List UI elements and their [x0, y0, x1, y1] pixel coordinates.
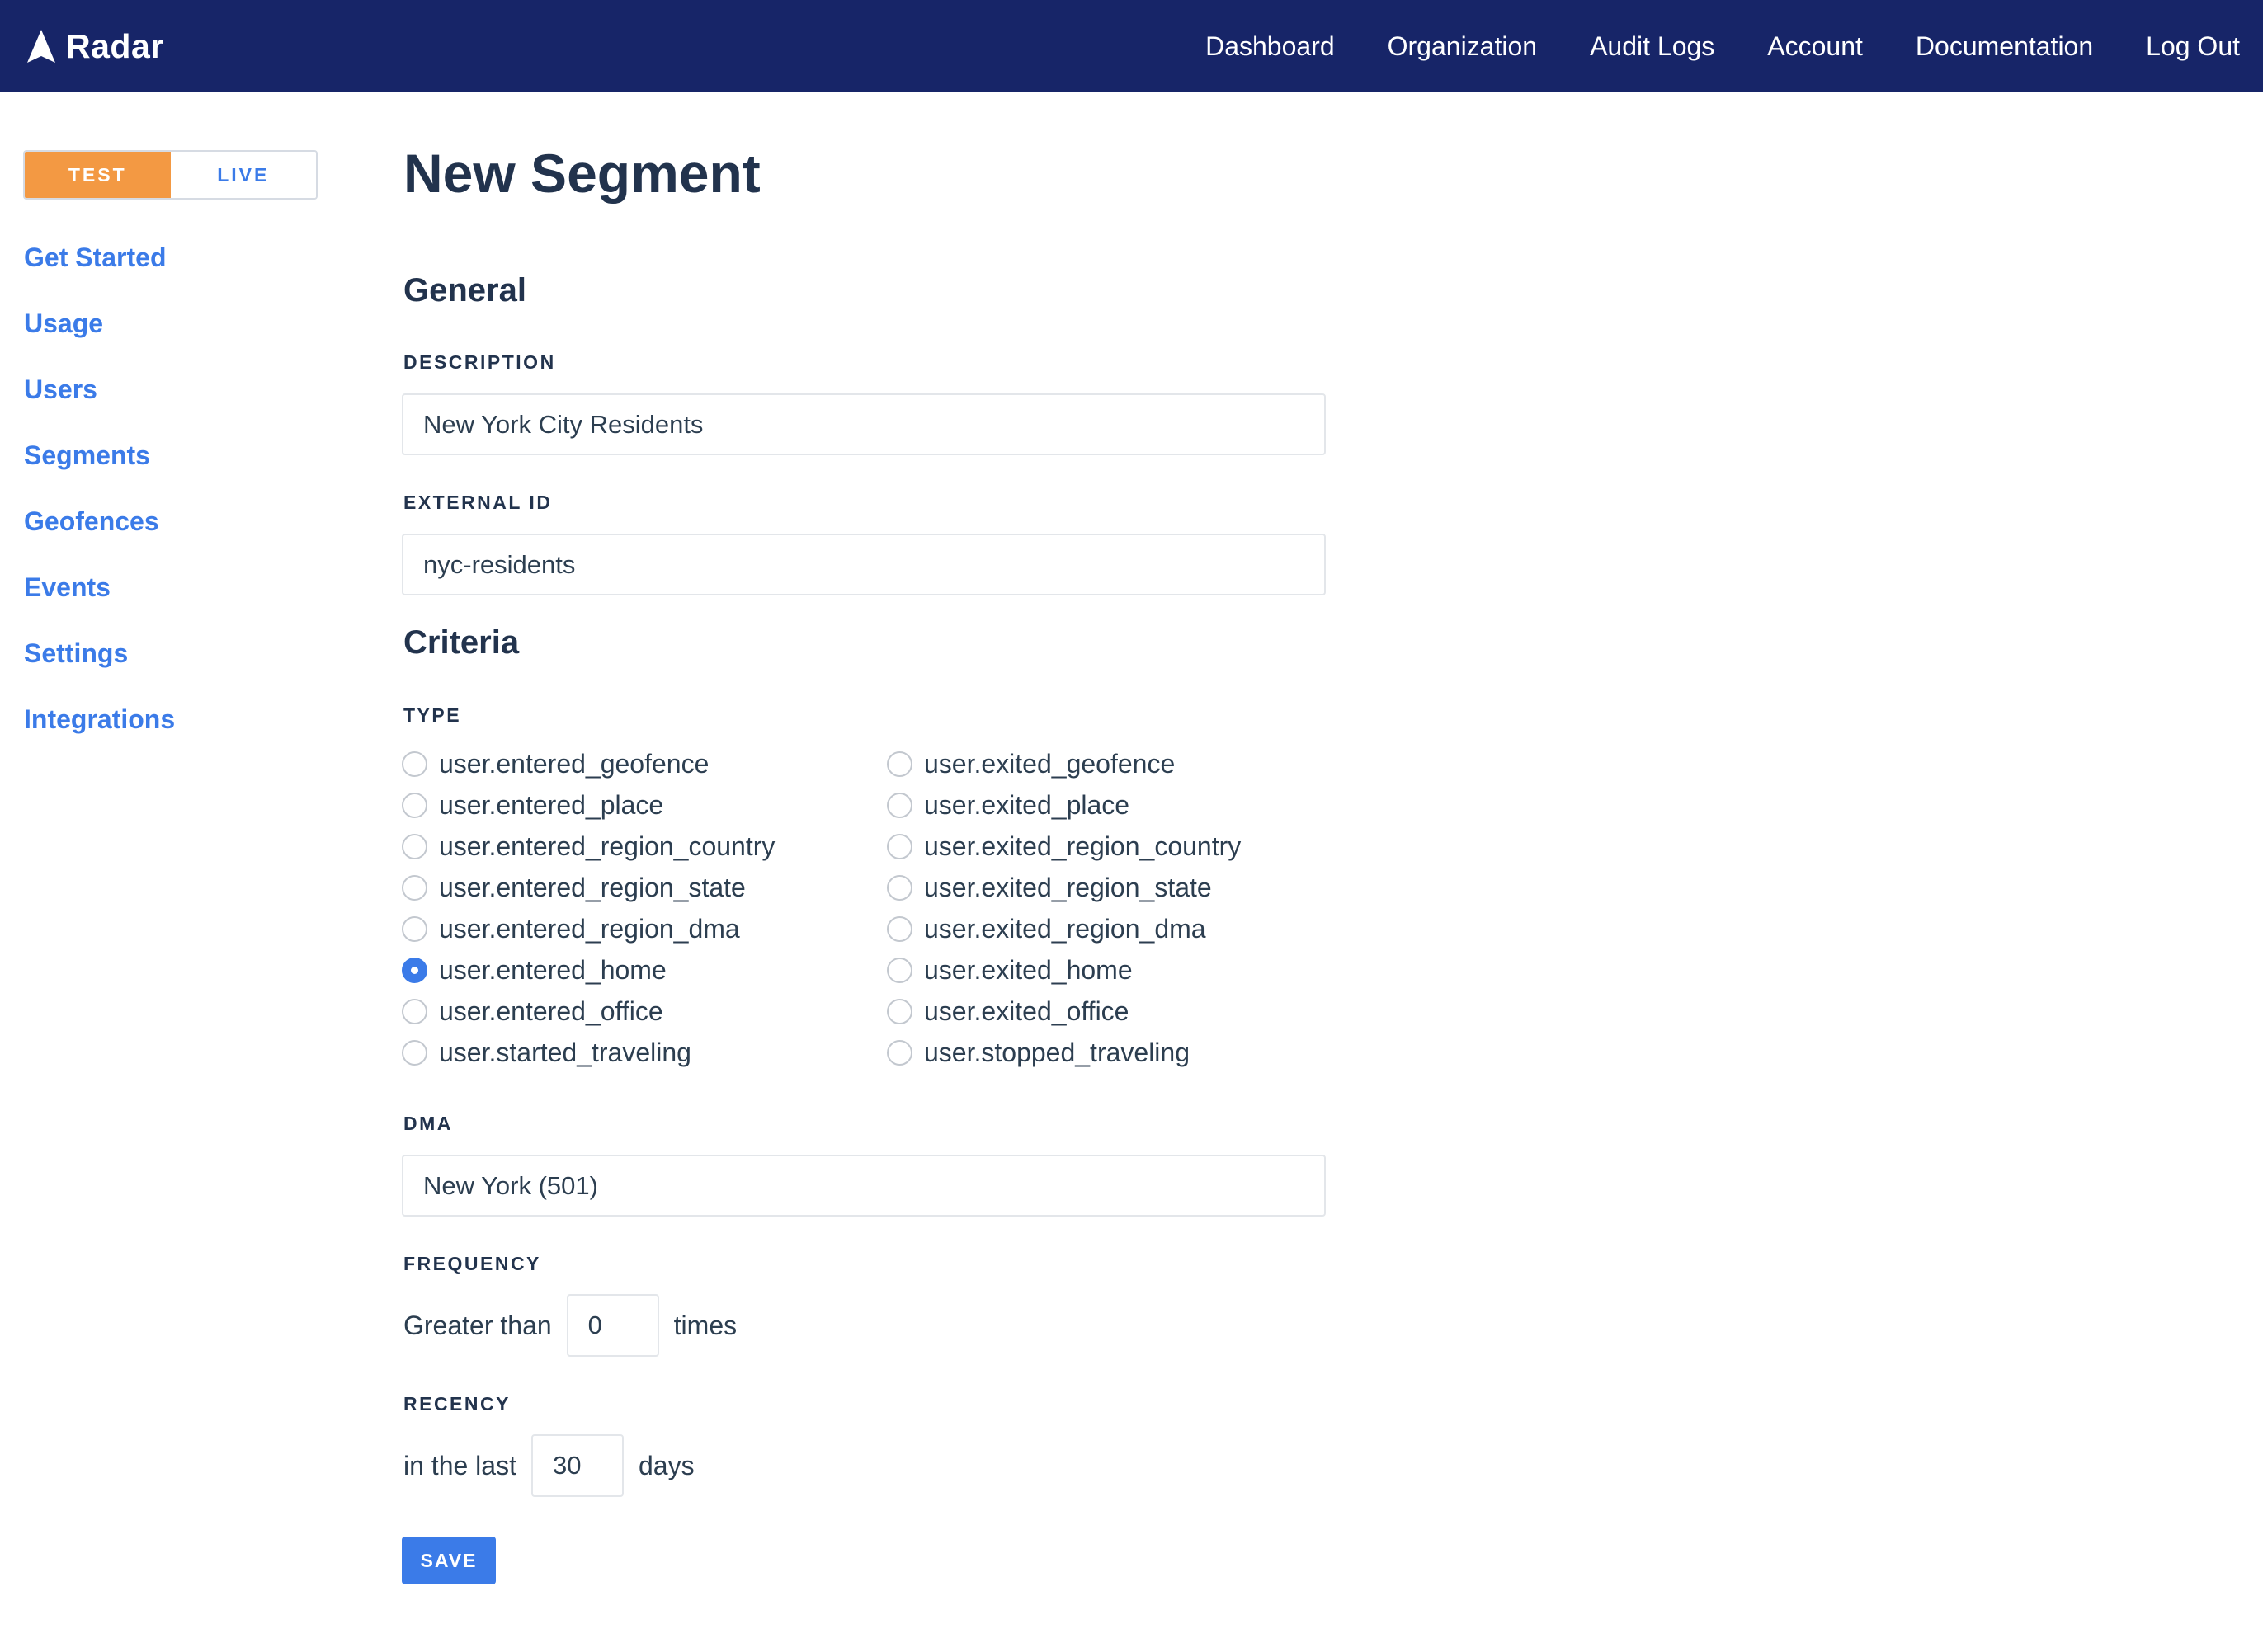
radio-label: user.entered_home — [439, 954, 667, 985]
radio-button[interactable] — [887, 1039, 912, 1066]
type-label: TYPE — [403, 704, 462, 726]
radio-label: user.entered_region_state — [439, 872, 746, 902]
sidebar-item-settings[interactable]: Settings — [24, 632, 175, 698]
radio-button[interactable] — [402, 998, 427, 1024]
sidebar-item-get-started[interactable]: Get Started — [24, 236, 175, 302]
radio-option[interactable]: user.exited_region_dma — [887, 911, 1206, 947]
radio-label: user.entered_region_country — [439, 831, 776, 861]
nav-account[interactable]: Account — [1767, 30, 1863, 63]
sidebar-item-users[interactable]: Users — [24, 368, 175, 434]
radio-option[interactable]: user.started_traveling — [402, 1034, 691, 1071]
frequency-prefix: Greater than — [403, 1310, 552, 1340]
radio-label: user.entered_place — [439, 789, 664, 820]
radar-logo-icon — [27, 30, 55, 63]
radio-label: user.exited_geofence — [924, 748, 1176, 779]
radio-button[interactable] — [887, 915, 912, 942]
radio-label: user.entered_office — [439, 995, 663, 1026]
radio-option[interactable]: user.entered_region_country — [402, 828, 775, 864]
dma-label: DMA — [403, 1113, 453, 1134]
radio-button[interactable] — [887, 833, 912, 859]
description-label: DESCRIPTION — [403, 351, 556, 373]
criteria-section-title: Criteria — [403, 624, 520, 661]
frequency-row: Greater than times — [403, 1294, 737, 1357]
sidebar-item-events[interactable]: Events — [24, 566, 175, 632]
external-id-input[interactable] — [402, 534, 1326, 595]
radio-button[interactable] — [402, 874, 427, 901]
radio-button[interactable] — [402, 751, 427, 777]
radio-label: user.entered_geofence — [439, 748, 710, 779]
nav-dashboard[interactable]: Dashboard — [1205, 30, 1335, 63]
radio-option[interactable]: user.exited_region_country — [887, 828, 1241, 864]
radio-option[interactable]: user.exited_office — [887, 993, 1129, 1029]
nav-organization[interactable]: Organization — [1388, 30, 1537, 63]
brand-logo[interactable]: Radar — [26, 23, 164, 69]
page-title: New Segment — [403, 143, 761, 204]
frequency-suffix: times — [673, 1310, 738, 1340]
radio-label: user.exited_place — [924, 789, 1130, 820]
dma-input[interactable] — [402, 1155, 1326, 1217]
radio-label: user.started_traveling — [439, 1037, 691, 1067]
radio-label: user.entered_region_dma — [439, 913, 740, 944]
main-nav: Dashboard Organization Audit Logs Accoun… — [1205, 0, 2240, 92]
top-navbar: Radar Dashboard Organization Audit Logs … — [0, 0, 2263, 92]
radio-button[interactable] — [887, 751, 912, 777]
external-id-label: EXTERNAL ID — [403, 492, 553, 513]
radio-option[interactable]: user.stopped_traveling — [887, 1034, 1190, 1071]
radio-option[interactable]: user.entered_region_state — [402, 869, 746, 906]
nav-audit-logs[interactable]: Audit Logs — [1590, 30, 1714, 63]
radio-button[interactable] — [402, 792, 427, 818]
radio-button[interactable] — [887, 957, 912, 983]
radio-option[interactable]: user.entered_office — [402, 993, 663, 1029]
radio-label: user.exited_region_state — [924, 872, 1212, 902]
recency-prefix: in the last — [403, 1450, 516, 1480]
recency-label: RECENCY — [403, 1393, 511, 1414]
radio-option[interactable]: user.exited_geofence — [887, 746, 1175, 782]
radio-option[interactable]: user.exited_region_state — [887, 869, 1212, 906]
sidebar-item-integrations[interactable]: Integrations — [24, 698, 175, 764]
env-live-button[interactable]: LIVE — [170, 152, 316, 198]
sidebar-item-segments[interactable]: Segments — [24, 434, 175, 500]
env-test-button[interactable]: TEST — [25, 152, 171, 198]
radio-label: user.exited_region_dma — [924, 913, 1206, 944]
frequency-input[interactable] — [566, 1294, 659, 1357]
radio-option[interactable]: user.exited_place — [887, 787, 1129, 823]
brand-name: Radar — [66, 27, 164, 65]
radio-button[interactable] — [887, 998, 912, 1024]
radio-option[interactable]: user.entered_geofence — [402, 746, 709, 782]
radio-button[interactable] — [402, 957, 427, 983]
sidebar-nav: Get Started Usage Users Segments Geofenc… — [24, 236, 175, 764]
radio-button[interactable] — [402, 915, 427, 942]
nav-log-out[interactable]: Log Out — [2146, 30, 2240, 63]
recency-suffix: days — [638, 1450, 695, 1480]
radio-option[interactable]: user.entered_place — [402, 787, 663, 823]
radio-label: user.stopped_traveling — [924, 1037, 1190, 1067]
save-button[interactable]: SAVE — [402, 1537, 496, 1584]
frequency-label: FREQUENCY — [403, 1253, 541, 1274]
radio-button[interactable] — [402, 833, 427, 859]
radio-option[interactable]: user.exited_home — [887, 952, 1133, 988]
radio-label: user.exited_office — [924, 995, 1129, 1026]
radio-option[interactable]: user.entered_home — [402, 952, 667, 988]
radio-label: user.exited_home — [924, 954, 1133, 985]
sidebar-item-geofences[interactable]: Geofences — [24, 500, 175, 566]
sidebar-item-usage[interactable]: Usage — [24, 302, 175, 368]
environment-toggle: TEST LIVE — [23, 150, 318, 200]
radio-button[interactable] — [402, 1039, 427, 1066]
radio-option[interactable]: user.entered_region_dma — [402, 911, 740, 947]
description-input[interactable] — [402, 393, 1326, 455]
recency-input[interactable] — [530, 1434, 624, 1497]
general-section-title: General — [403, 272, 526, 308]
radio-label: user.exited_region_country — [924, 831, 1242, 861]
recency-row: in the last days — [403, 1434, 695, 1497]
nav-documentation[interactable]: Documentation — [1916, 30, 2093, 63]
radio-button[interactable] — [887, 874, 912, 901]
radio-button[interactable] — [887, 792, 912, 818]
